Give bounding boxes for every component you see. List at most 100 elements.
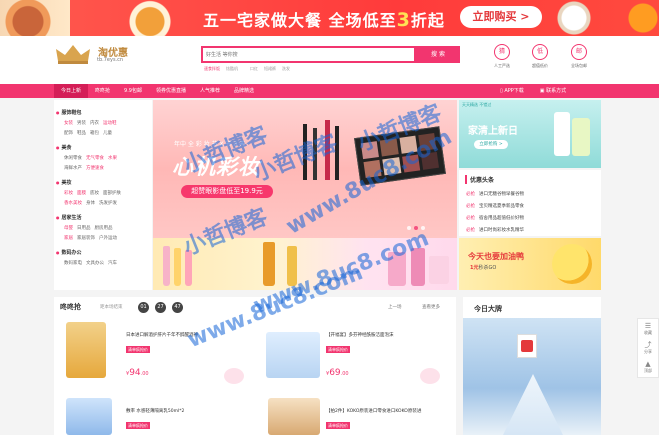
product-name[interactable]: 【拍2件】KOKO原装进口零食进口KOKO原装进 xyxy=(326,408,421,414)
category-link[interactable]: 女装 xyxy=(64,121,73,126)
product-image[interactable] xyxy=(266,332,320,378)
category-link[interactable]: 内衣 xyxy=(90,121,99,126)
category-link[interactable]: 母婴 xyxy=(64,226,73,231)
category-link[interactable]: 面膜 xyxy=(77,191,86,196)
hotword-link[interactable]: 炫酷机 xyxy=(226,66,238,72)
headline-text: 进口无糖谷物早餐谷物 xyxy=(479,192,524,197)
carousel-dot[interactable] xyxy=(414,226,418,230)
nav-item-new-today[interactable]: 今日上新 xyxy=(54,84,89,98)
category-link[interactable]: 数码家电 xyxy=(64,261,82,266)
drinks-cosmetics-strip[interactable] xyxy=(153,238,457,290)
category-link[interactable]: 方便速食 xyxy=(86,166,104,171)
bottle-image xyxy=(263,242,275,286)
search-input[interactable] xyxy=(203,48,368,61)
collect-button[interactable]: ☰ 收藏 xyxy=(639,322,657,336)
big-brand-image[interactable] xyxy=(463,318,601,435)
category-link[interactable]: 文具办公 xyxy=(86,261,104,266)
product-image[interactable] xyxy=(66,398,112,435)
category-subs: 彩妆 面膜 底妆 面部护肤 xyxy=(64,190,125,196)
category-title[interactable]: 服饰鞋包 xyxy=(56,109,82,116)
share-button[interactable]: ⤴ 分享 xyxy=(639,341,657,355)
product-bottle-image xyxy=(554,112,570,156)
eyeshadow-palette-image xyxy=(354,126,446,186)
contact-link[interactable]: ▣ 联系方式 xyxy=(540,84,566,98)
crown-logo-icon[interactable] xyxy=(54,43,92,65)
bottle-image xyxy=(185,250,192,286)
category-title[interactable]: 居家生活 xyxy=(56,214,82,221)
category-link[interactable]: 男装 xyxy=(77,121,86,126)
category-link[interactable]: 彩妆 xyxy=(64,191,73,196)
product-name[interactable]: 敷率 水感轻薄隔离乳50ml*2 xyxy=(126,408,184,414)
headline-tag: 必抢 xyxy=(466,216,475,221)
headline-tag: 必抢 xyxy=(466,192,475,197)
category-link[interactable]: 无气零食 xyxy=(86,156,104,161)
nav-item-9-9[interactable]: 9.9包邮 xyxy=(117,84,149,98)
product-image[interactable] xyxy=(66,322,106,378)
category-link[interactable]: 海鲜水产 xyxy=(64,166,82,171)
category-title[interactable]: 美妆 xyxy=(56,179,72,186)
buy-now-button[interactable]: 立即购买 > xyxy=(460,6,542,28)
hotword-link[interactable]: 洗发 xyxy=(282,66,290,72)
product-badge: 清单疯抢价 xyxy=(326,346,350,353)
product-name[interactable]: 日本进口解酒护肝片千年不醉醒酒神 xyxy=(126,332,198,338)
category-link[interactable]: 洗发护发 xyxy=(99,201,117,206)
category-link[interactable]: 休闲零食 xyxy=(64,156,82,161)
category-link[interactable]: 儿童 xyxy=(103,131,112,136)
free-shipping-label: 全场包邮 xyxy=(571,63,587,68)
product-image[interactable] xyxy=(268,398,320,435)
bottle-image xyxy=(174,248,181,286)
top-label: 顶部 xyxy=(644,368,652,373)
hotword-link[interactable]: 口红 xyxy=(250,66,258,72)
back-to-top-button[interactable]: ▲ 顶部 xyxy=(639,360,657,374)
cosmetic-image xyxy=(429,256,449,284)
category-link[interactable]: 箱包 xyxy=(90,131,99,136)
duck-mascot-image xyxy=(552,244,592,284)
grab-button[interactable] xyxy=(420,368,440,384)
category-link[interactable]: 家居装饰 xyxy=(77,236,95,241)
category-link[interactable]: 鞋品 xyxy=(77,131,86,136)
category-link[interactable]: 水果 xyxy=(108,156,117,161)
category-subs: 香水美妆 身体 洗发护发 xyxy=(64,200,121,206)
new-arrivals-button[interactable]: 立即抢购 > xyxy=(474,140,508,149)
category-link[interactable]: 底妆 xyxy=(90,191,99,196)
category-link[interactable]: 日用品 xyxy=(77,226,91,231)
category-link[interactable]: 香水美妆 xyxy=(64,201,82,206)
category-subs: 数码家电 文具办公 汽车 xyxy=(64,260,121,266)
category-title[interactable]: 美食 xyxy=(56,144,72,151)
category-link[interactable]: 家居 xyxy=(64,236,73,241)
carousel-dot[interactable] xyxy=(407,226,411,230)
product-badge: 清单疯抢价 xyxy=(326,422,350,429)
category-link[interactable]: 运动鞋 xyxy=(103,121,117,126)
banner-headline-text: 五一宅家做大餐 全场低至 xyxy=(203,11,397,30)
carousel-dot[interactable] xyxy=(421,226,425,230)
category-link[interactable]: 户外运动 xyxy=(99,236,117,241)
view-more-link[interactable]: 查看更多 xyxy=(422,304,440,310)
category-link[interactable]: 配饰 xyxy=(64,131,73,136)
prev-session-link[interactable]: 上一场 xyxy=(388,304,402,310)
category-link[interactable]: 汽车 xyxy=(108,261,117,266)
headline-item[interactable]: 必抢 进口时尚彩妆水乳精华 xyxy=(466,227,596,233)
free-shipping-icon: 邮 xyxy=(571,44,587,60)
category-link[interactable]: 身体 xyxy=(86,201,95,206)
banner-highlight: 3 xyxy=(396,9,411,31)
app-download-link[interactable]: ▯ APP下载 xyxy=(500,84,524,98)
grab-button[interactable] xyxy=(224,368,244,384)
product-name[interactable]: 【开福宴】多芬神经酰胺洁面泡沫 xyxy=(326,332,394,338)
headline-item[interactable]: 必抢 宝贝精选夏季新品零食 xyxy=(466,203,596,209)
category-title[interactable]: 数码办公 xyxy=(56,249,82,256)
hotword-link[interactable]: 速食拌饭 xyxy=(204,66,220,72)
category-link[interactable]: 厨房用品 xyxy=(95,226,113,231)
nav-item-flash-grab[interactable]: 咚咚抢 xyxy=(88,84,117,98)
product-bottle-image xyxy=(572,118,590,156)
category-link[interactable]: 面部护肤 xyxy=(103,191,121,196)
nav-item-live[interactable]: 领券优惠直播 xyxy=(149,84,193,98)
nav-item-brands[interactable]: 品牌精选 xyxy=(227,84,261,98)
flash-sale-title: 咚咚抢 xyxy=(60,303,81,311)
search-button[interactable]: 搜 索 xyxy=(416,46,460,63)
hotword-link[interactable]: 短裙裤 xyxy=(264,66,276,72)
main-banner-cta[interactable]: 超赞眼影盘低至19.9元 xyxy=(181,185,273,198)
nav-item-popular[interactable]: 人气推荐 xyxy=(193,84,227,98)
headline-item[interactable]: 必抢 宿舍用品超值低价好物 xyxy=(466,215,596,221)
new-arrivals-tag: 天天精选 不错过 xyxy=(462,102,492,107)
headline-item[interactable]: 必抢 进口无糖谷物早餐谷物 xyxy=(466,191,596,197)
